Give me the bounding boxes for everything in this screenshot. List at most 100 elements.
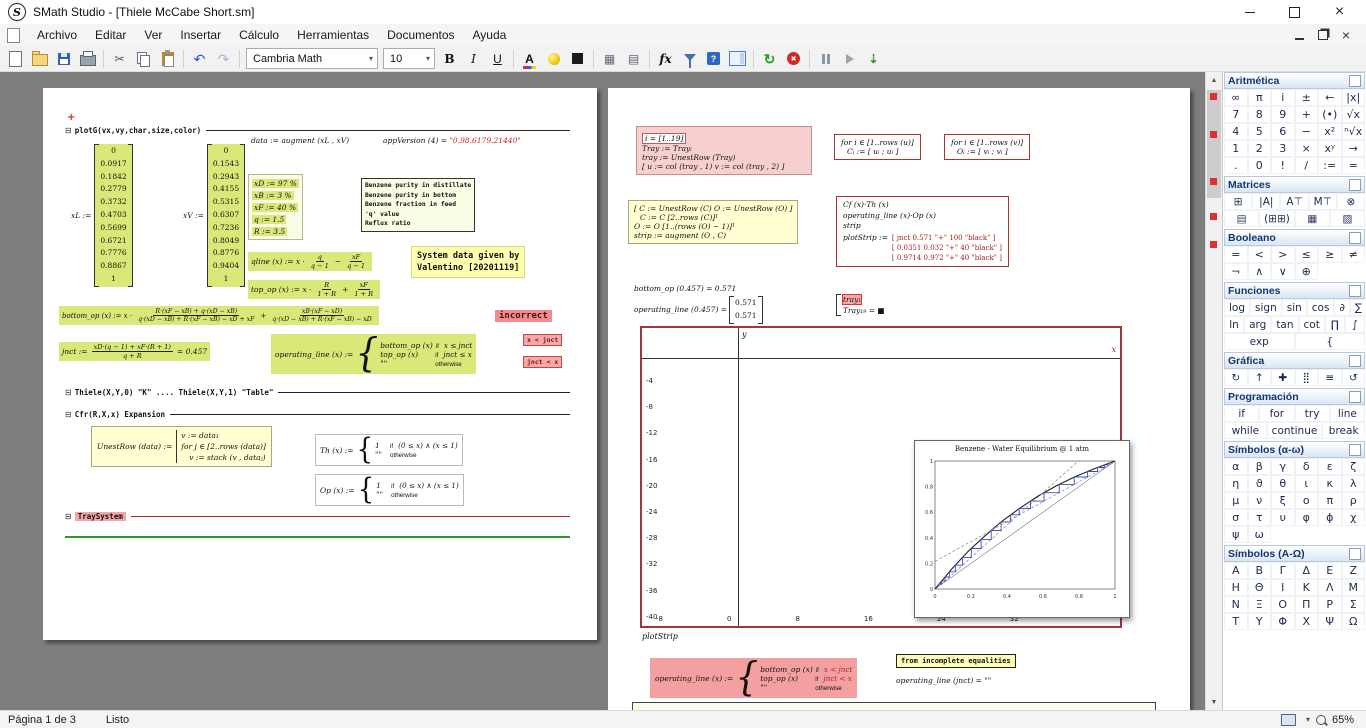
cut-button[interactable]: ✂ <box>108 48 131 70</box>
collapse-icon[interactable] <box>1349 391 1361 403</box>
palette-button-aritmetica[interactable]: → <box>1342 140 1366 157</box>
insert-function-button[interactable]: fx <box>654 48 677 70</box>
palette-button-funciones[interactable]: cot <box>1299 316 1325 333</box>
for-loop-c[interactable]: for i ∈ [1..rows (u)]Cᵢ := [ uᵢ ; uᵢ ] <box>834 134 921 160</box>
strip-definitions[interactable]: [ C := UnestRow (C) O := UnestRow (O) ]C… <box>628 200 798 244</box>
palette-button-programacion[interactable]: while <box>1224 422 1267 439</box>
palette-button-simbolos-may[interactable]: Γ <box>1271 562 1295 579</box>
jnct-def[interactable]: jnct := xD·(q − 1) + xF·(R + 1)q + R = 0… <box>59 342 210 361</box>
palette-button-simbolos-min[interactable]: τ <box>1248 509 1272 526</box>
section-cfr[interactable]: ⊟ Cfr(R,X,x) Expansion <box>65 410 570 419</box>
collapse-icon[interactable] <box>1349 179 1361 191</box>
palette-button-aritmetica[interactable]: / <box>1295 157 1319 174</box>
qline-def[interactable]: qline (x) := x · qq − 1 − xFq − 1 <box>248 252 372 271</box>
palette-button-funciones[interactable]: sin <box>1282 299 1307 316</box>
palette-button-aritmetica[interactable]: ! <box>1271 157 1295 174</box>
paste-button[interactable] <box>156 48 179 70</box>
palette-button-aritmetica[interactable]: i <box>1271 89 1295 106</box>
new-button[interactable] <box>4 48 27 70</box>
palette-button-matrices[interactable]: ▤ <box>1224 210 1259 227</box>
palette-button-grafica[interactable]: ↺ <box>1342 369 1366 386</box>
palette-button-simbolos-min[interactable]: σ <box>1224 509 1248 526</box>
palette-button-matrices[interactable]: |A| <box>1252 193 1280 210</box>
palette-button-aritmetica[interactable]: (•) <box>1318 106 1342 123</box>
recalculate-button[interactable]: ↻ <box>758 48 781 70</box>
zoom-level[interactable]: 65% <box>1332 714 1354 726</box>
show-borders-button[interactable] <box>566 48 589 70</box>
palette-button-aritmetica[interactable]: ⁿ√x <box>1342 123 1366 140</box>
side-panels-button[interactable] <box>726 48 749 70</box>
collapse-icon[interactable]: ⊟ <box>65 411 72 419</box>
palette-button-booleano[interactable]: ∨ <box>1271 263 1295 280</box>
parameter-def[interactable]: q := 1.5 <box>252 215 286 224</box>
palette-button-aritmetica[interactable]: xʸ <box>1318 140 1342 157</box>
palette-button-simbolos-min[interactable]: ι <box>1295 475 1319 492</box>
bold-button[interactable]: B <box>438 48 461 70</box>
palette-button-simbolos-may[interactable]: Ω <box>1342 613 1366 630</box>
palette-button-simbolos-may[interactable]: Σ <box>1342 596 1366 613</box>
top-op-def[interactable]: top_op (x) := x · R1 + R + xF1 + R <box>248 280 380 299</box>
menu-cálculo[interactable]: Cálculo <box>230 26 288 44</box>
palette-button-programacion[interactable]: line <box>1330 405 1365 422</box>
palette-button-funciones[interactable]: log <box>1224 299 1250 316</box>
palette-button-booleano[interactable]: < <box>1248 246 1272 263</box>
palette-button-aritmetica[interactable]: ± <box>1295 89 1319 106</box>
palette-button-funciones[interactable]: ∂ <box>1334 299 1349 316</box>
undo-button[interactable]: ↶ <box>188 48 211 70</box>
scroll-up-icon[interactable]: ▲ <box>1206 72 1222 88</box>
palette-button-funciones[interactable]: { <box>1295 333 1366 350</box>
palette-button-funciones[interactable]: arg <box>1244 316 1271 333</box>
font-color-button[interactable]: A <box>518 48 541 70</box>
palette-button-grafica[interactable]: ⣿ <box>1295 369 1319 386</box>
palette-button-funciones[interactable]: tan <box>1271 316 1298 333</box>
palette-button-aritmetica[interactable]: 1 <box>1224 140 1248 157</box>
palette-button-aritmetica[interactable]: √x <box>1342 106 1366 123</box>
palette-button-simbolos-min[interactable]: υ <box>1271 509 1295 526</box>
menu-ver[interactable]: Ver <box>135 26 171 44</box>
parameter-def[interactable]: R := 3.5 <box>252 227 287 236</box>
palette-button-simbolos-min[interactable]: ψ <box>1224 526 1248 543</box>
worksheet-page-2[interactable]: i = [1..19]Tray := Trayᵢtray := UnestRow… <box>608 88 1190 710</box>
palette-button-simbolos-may[interactable]: Θ <box>1248 579 1272 596</box>
worksheet-canvas[interactable]: + ⊟ plotG(vx,vy,char,size,color) xL := 0… <box>0 72 1205 710</box>
tray-result[interactable]: tray₁ Tray₁₉ = ■ <box>836 294 1190 316</box>
palette-button-simbolos-may[interactable]: Β <box>1248 562 1272 579</box>
palette-button-matrices[interactable]: A⊤ <box>1280 193 1308 210</box>
palette-button-simbolos-may[interactable]: Α <box>1224 562 1248 579</box>
tray-definitions[interactable]: i = [1..19]Tray := Trayᵢtray := UnestRow… <box>636 126 812 175</box>
palette-button-aritmetica[interactable]: x² <box>1318 123 1342 140</box>
palette-button-aritmetica[interactable]: 0 <box>1248 157 1272 174</box>
palette-button-matrices[interactable]: (⊞⊞) <box>1259 210 1295 227</box>
run-button[interactable] <box>838 48 861 70</box>
palette-button-simbolos-min[interactable]: δ <box>1295 458 1319 475</box>
palette-button-funciones[interactable]: ∫ <box>1345 316 1365 333</box>
mdi-close-icon[interactable]: × <box>1342 28 1350 42</box>
palette-button-simbolos-min[interactable]: β <box>1248 458 1272 475</box>
collapse-icon[interactable]: ⊟ <box>65 513 72 521</box>
system-data-note[interactable]: System data given byValentino [20201119] <box>411 246 525 278</box>
collapse-icon[interactable] <box>1349 75 1361 87</box>
debug-step-button[interactable]: ⇣ <box>862 48 885 70</box>
maximize-button[interactable] <box>1272 0 1317 24</box>
palette-button-simbolos-min[interactable]: ξ <box>1271 492 1295 509</box>
palette-button-aritmetica[interactable]: . <box>1224 157 1248 174</box>
operating-line-def[interactable]: operating_line (x) := {bottom_op (x)ifx … <box>271 334 476 374</box>
palette-button-aritmetica[interactable]: − <box>1295 123 1319 140</box>
palette-button-booleano[interactable]: ⊕ <box>1295 263 1319 280</box>
palette-button-simbolos-min[interactable]: ϑ <box>1248 475 1272 492</box>
palette-button-simbolos-may[interactable]: Υ <box>1248 613 1272 630</box>
palette-button-simbolos-may[interactable]: Τ <box>1224 613 1248 630</box>
collapse-icon[interactable]: ⊟ <box>65 127 72 135</box>
palette-button-simbolos-min[interactable]: κ <box>1318 475 1342 492</box>
palette-button-booleano[interactable]: ≥ <box>1318 246 1342 263</box>
italic-button[interactable]: I <box>462 48 485 70</box>
palette-button-aritmetica[interactable]: × <box>1295 140 1319 157</box>
print-button[interactable] <box>76 48 99 70</box>
palette-button-simbolos-may[interactable]: Ζ <box>1342 562 1366 579</box>
underline-button[interactable]: U <box>486 48 509 70</box>
palette-button-simbolos-min[interactable]: φ <box>1295 509 1319 526</box>
palette-button-simbolos-min[interactable]: ν <box>1248 492 1272 509</box>
palette-button-simbolos-min[interactable]: ε <box>1318 458 1342 475</box>
palette-button-aritmetica[interactable]: ∞ <box>1224 89 1248 106</box>
collapse-icon[interactable]: ⊟ <box>65 389 72 397</box>
